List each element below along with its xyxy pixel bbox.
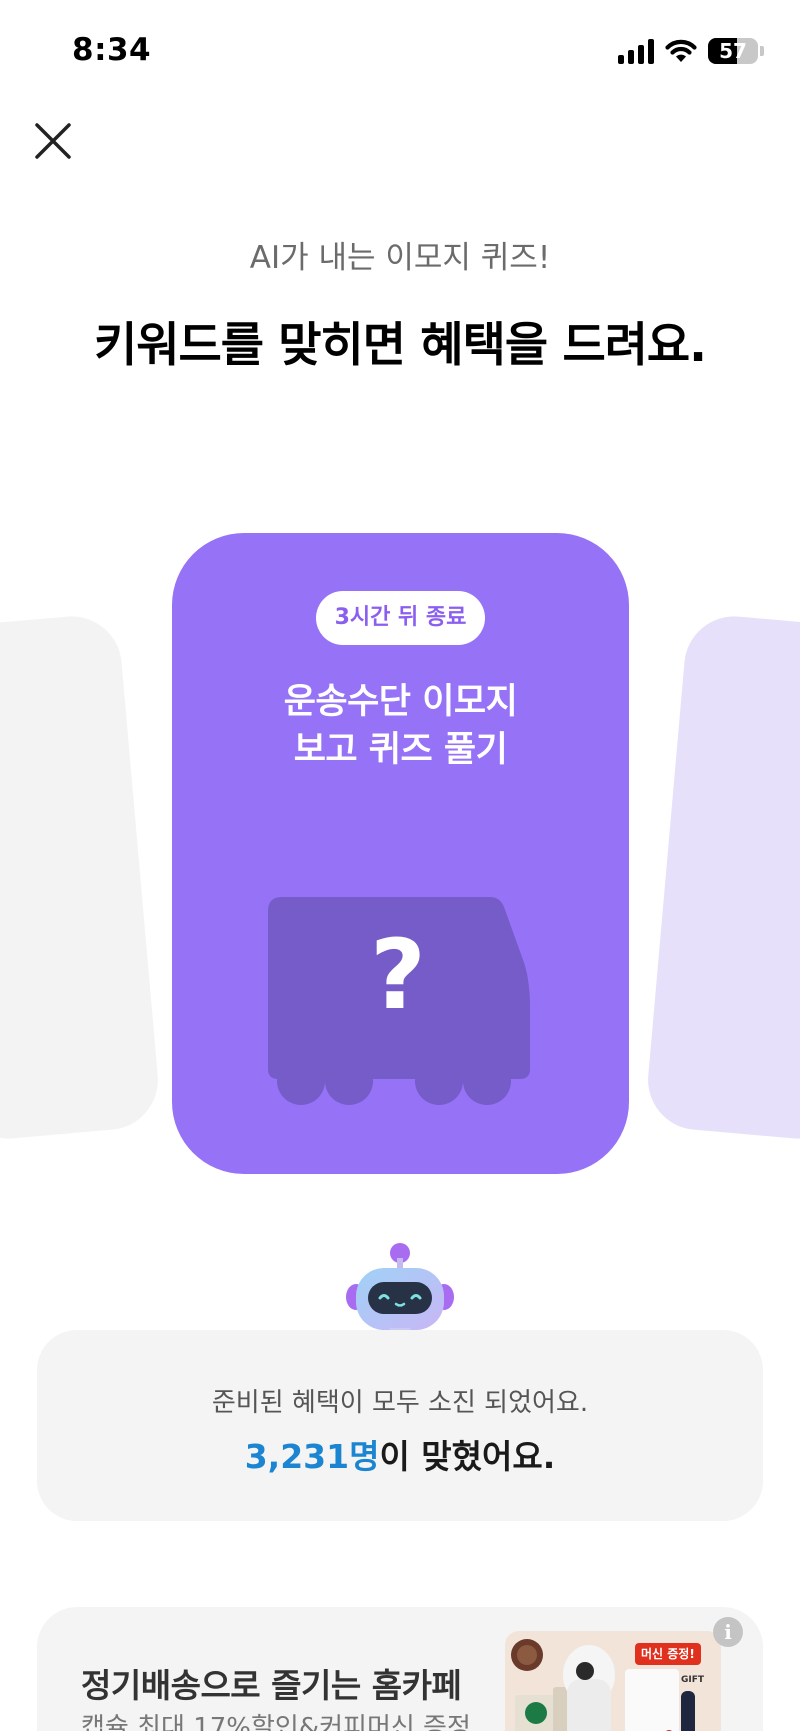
ad-subtitle: 캡슐 최대 17%할인&커피머신 증정 [81, 1713, 471, 1731]
status-time: 8:34 [72, 32, 152, 68]
signal-icon [618, 38, 654, 64]
quiz-title-line2: 보고 퀴즈 풀기 [293, 730, 508, 770]
machine-gift-tag: 머신 증정! [635, 1643, 701, 1665]
status-bar: 8:34 57 [0, 0, 800, 100]
battery-icon: 57 [708, 38, 758, 64]
page-title: 키워드를 맞히면 혜택을 드려요. [93, 318, 707, 373]
close-icon [35, 123, 71, 159]
previous-quiz-card[interactable] [0, 612, 163, 1143]
benefits-exhausted-message: 준비된 혜택이 모두 소진 되었어요. [211, 1388, 589, 1418]
wifi-icon [665, 39, 697, 62]
ad-banner[interactable]: 정기배송으로 즐기는 홈카페 캡슐 최대 17%할인&커피머신 증정 머신 증정… [37, 1607, 763, 1731]
battery-level: 57 [719, 39, 747, 63]
page-subtitle: AI가 내는 이모지 퀴즈! [249, 240, 551, 276]
result-panel: 준비된 혜택이 모두 소진 되었어요. 3,231명이 맞혔어요. [37, 1330, 763, 1521]
ad-title: 정기배송으로 즐기는 홈카페 [81, 1666, 462, 1705]
quiz-title-line1: 운송수단 이모지 [283, 682, 518, 722]
correct-count-suffix: 이 맞혔어요. [379, 1437, 556, 1476]
close-button[interactable] [30, 118, 76, 164]
next-quiz-card[interactable] [643, 612, 800, 1143]
quiz-card[interactable]: 3시간 뒤 종료 운송수단 이모지 보고 퀴즈 풀기 ? [172, 533, 629, 1174]
mystery-question-mark: ? [370, 919, 426, 1031]
time-remaining-badge: 3시간 뒤 종료 [316, 591, 485, 645]
ad-product-image: 머신 증정! GIFT [505, 1631, 721, 1731]
correct-count-line: 3,231명이 맞혔어요. [37, 1430, 763, 1478]
status-icons: 57 [618, 34, 764, 68]
gift-label: GIFT [681, 1675, 705, 1685]
battery-cap [760, 46, 764, 56]
info-button[interactable]: i [713, 1617, 743, 1647]
correct-count: 3,231명 [244, 1437, 380, 1476]
